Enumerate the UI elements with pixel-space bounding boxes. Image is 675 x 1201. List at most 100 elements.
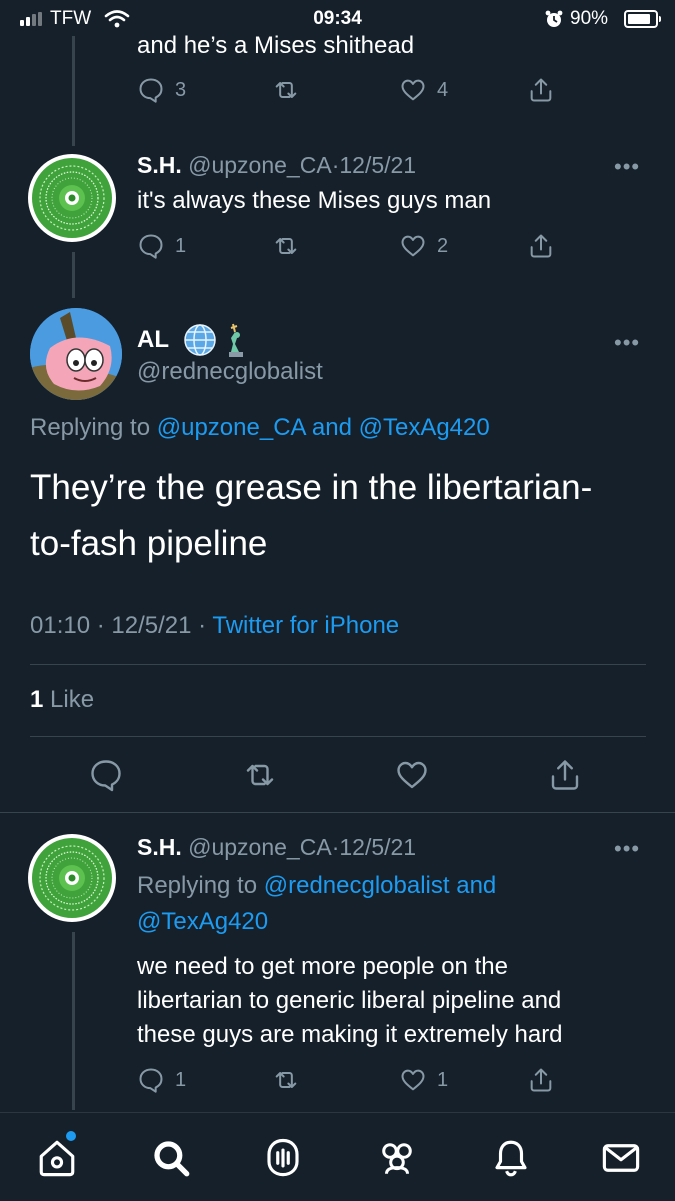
- tweet-text: it's always these Mises guys man: [137, 187, 492, 214]
- retweet-icon: [275, 82, 297, 98]
- home-icon: [39, 1140, 75, 1177]
- share-button[interactable]: [547, 757, 583, 798]
- handle[interactable]: @upzone_CA: [188, 152, 332, 178]
- thread-line: [72, 932, 75, 1110]
- retweet-button[interactable]: [272, 1066, 300, 1094]
- battery-icon: [624, 10, 661, 28]
- share-button[interactable]: [527, 1066, 555, 1094]
- patrick-star-avatar-icon: [30, 308, 122, 400]
- mention-link[interactable]: @upzone_CA: [157, 414, 305, 441]
- handle[interactable]: @upzone_CA: [188, 834, 332, 860]
- alarm-icon: [545, 10, 563, 27]
- tweet-text-line: libertarian to generic liberal pipeline …: [137, 987, 562, 1014]
- communities-icon: [382, 1143, 412, 1174]
- reply-button[interactable]: 1: [137, 1066, 186, 1094]
- tweet-client-link[interactable]: Twitter for iPhone: [212, 612, 399, 639]
- reply-button[interactable]: 3: [137, 76, 186, 104]
- like-stat-label: Like: [50, 686, 95, 713]
- replying-to-label: Replying to: [30, 414, 151, 441]
- replying-to: Replying to @upzone_CA and @TexAg420: [30, 414, 490, 442]
- like-button[interactable]: [394, 757, 430, 798]
- tweet-date: 12/5/21: [339, 152, 417, 178]
- tweet-actions: 1 1: [137, 1066, 567, 1096]
- tweet-date: 12/5/21: [339, 834, 417, 860]
- retweet-icon: [275, 1072, 297, 1088]
- share-icon: [530, 78, 552, 102]
- avatar[interactable]: [28, 154, 116, 242]
- tweet-text-line: these guys are making it extremely hard: [137, 1021, 563, 1048]
- replying-to: Replying to @rednecglobalist and @TexAg4…: [137, 868, 617, 940]
- reply-count: 1: [175, 1068, 187, 1091]
- like-stat-count: 1: [30, 686, 44, 713]
- like-stats[interactable]: 1 Like: [30, 686, 94, 714]
- notifications-icon: [495, 1140, 527, 1177]
- tab-messages[interactable]: [600, 1137, 642, 1184]
- share-button[interactable]: [527, 76, 555, 104]
- statue-of-liberty-icon: [229, 323, 243, 357]
- tweet-text-line: They’re the grease in the libertarian-: [30, 468, 593, 507]
- avatar[interactable]: [28, 834, 116, 922]
- handle[interactable]: @rednecglobalist: [137, 358, 323, 386]
- tab-spaces[interactable]: [262, 1137, 304, 1184]
- divider: [0, 812, 675, 813]
- tweet-text: They’re the grease in the libertarian- t…: [30, 460, 592, 572]
- more-options-icon[interactable]: •••: [614, 154, 640, 180]
- avatar[interactable]: [30, 308, 122, 400]
- like-count: 4: [437, 78, 449, 101]
- mention-link[interactable]: @rednecglobalist: [264, 872, 450, 899]
- heart-icon: [401, 1069, 425, 1091]
- like-button[interactable]: 1: [399, 1066, 448, 1094]
- tweet-header: S.H. @upzone_CA·12/5/21: [137, 152, 416, 179]
- retweet-icon: [246, 764, 274, 786]
- reply-icon: [139, 234, 163, 259]
- separator: ·: [96, 612, 105, 639]
- divider: [30, 736, 646, 737]
- notification-dot: [66, 1131, 76, 1141]
- more-options-icon[interactable]: •••: [614, 330, 640, 356]
- reply-icon: [139, 78, 163, 103]
- like-count: 1: [437, 1068, 449, 1091]
- heart-icon: [397, 761, 427, 789]
- reply-count: 3: [175, 78, 187, 101]
- tweet-text-line: we need to get more people on the: [137, 953, 508, 980]
- battery-percent: 90%: [570, 8, 609, 29]
- tab-home[interactable]: [36, 1131, 78, 1184]
- reply-button[interactable]: [88, 757, 124, 798]
- share-icon: [530, 1068, 552, 1092]
- tweet-time: 01:10: [30, 612, 91, 639]
- tweet-date: 12/5/21: [111, 612, 192, 639]
- retweet-button[interactable]: [272, 76, 300, 104]
- more-options-icon[interactable]: •••: [614, 836, 640, 862]
- tab-search[interactable]: [150, 1137, 192, 1184]
- tweet-text: we need to get more people on the libert…: [137, 950, 563, 1052]
- retweet-button[interactable]: [272, 232, 300, 260]
- mention-and: and: [311, 414, 352, 441]
- divider: [30, 664, 646, 665]
- heart-icon: [401, 235, 425, 257]
- display-name[interactable]: S.H.: [137, 152, 182, 178]
- display-name[interactable]: S.H.: [137, 834, 182, 860]
- battery-fill: [628, 14, 650, 24]
- reply-icon: [139, 1068, 163, 1093]
- like-button[interactable]: 2: [399, 232, 448, 260]
- share-button[interactable]: [527, 232, 555, 260]
- separator: ·: [198, 612, 207, 639]
- tab-communities[interactable]: [376, 1137, 418, 1184]
- share-icon: [551, 760, 579, 790]
- tweet-meta: 01:10 · 12/5/21 · Twitter for iPhone: [30, 612, 399, 640]
- tweet-text: and he’s a Mises shithead: [137, 32, 415, 59]
- retweet-button[interactable]: [242, 757, 278, 798]
- thread-line: [72, 252, 75, 298]
- messages-icon: [602, 1144, 640, 1172]
- mention-link[interactable]: @TexAg420: [137, 908, 268, 935]
- display-name[interactable]: AL: [137, 326, 169, 354]
- reply-button[interactable]: 1: [137, 232, 186, 260]
- heart-icon: [401, 79, 425, 101]
- mention-link[interactable]: @TexAg420: [359, 414, 490, 441]
- tweet-actions: 1 2: [137, 232, 567, 262]
- thread-line: [72, 36, 75, 146]
- mandala-avatar-icon: [32, 158, 112, 238]
- tab-notifications[interactable]: [490, 1137, 532, 1184]
- tweet-header: AL: [137, 322, 253, 358]
- like-button[interactable]: 4: [399, 76, 448, 104]
